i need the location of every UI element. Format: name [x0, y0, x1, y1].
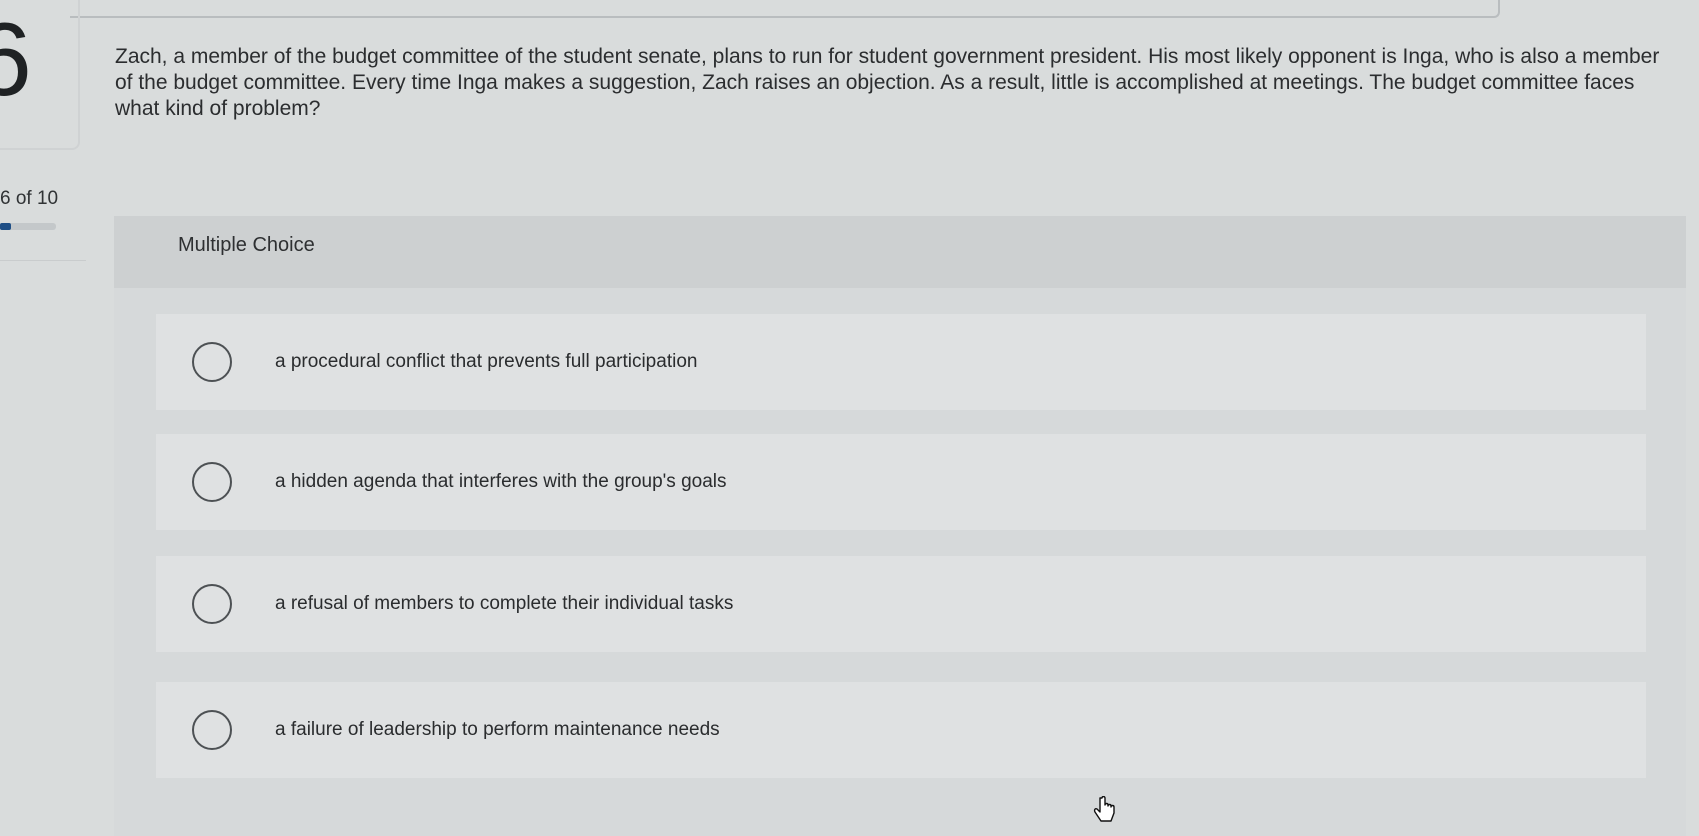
question-number: 6 — [0, 2, 32, 118]
choice-option-2[interactable]: a hidden agenda that interferes with the… — [156, 434, 1646, 530]
question-progress-text: 6 of 10 — [0, 188, 59, 209]
question-number-panel: 6 — [0, 0, 80, 150]
choice-option-4[interactable]: a failure of leadership to perform maint… — [156, 682, 1646, 778]
radio-circle-icon[interactable] — [192, 462, 232, 502]
choice-option-3[interactable]: a refusal of members to complete their i… — [156, 556, 1646, 652]
radio-circle-icon[interactable] — [192, 710, 232, 750]
question-text: Zach, a member of the budget committee o… — [115, 45, 1660, 120]
divider — [0, 260, 86, 261]
choice-label: a failure of leadership to perform maint… — [275, 719, 720, 740]
choice-label: a hidden agenda that interferes with the… — [275, 471, 727, 492]
choice-label: a refusal of members to complete their i… — [275, 593, 734, 614]
choice-option-1[interactable]: a procedural conflict that prevents full… — [156, 314, 1646, 410]
progress-fill — [0, 223, 11, 230]
hand-pointer-icon — [1093, 796, 1115, 822]
multiple-choice-header: Multiple Choice — [114, 216, 1686, 288]
multiple-choice-title: Multiple Choice — [178, 234, 315, 256]
radio-circle-icon[interactable] — [192, 342, 232, 382]
multiple-choice-panel: Multiple Choice a procedural conflict th… — [114, 216, 1686, 836]
radio-circle-icon[interactable] — [192, 584, 232, 624]
choice-label: a procedural conflict that prevents full… — [275, 351, 698, 372]
page: 6 6 of 10 Zach, a member of the budget c… — [0, 0, 1699, 836]
top-panel-border — [70, 0, 1500, 18]
